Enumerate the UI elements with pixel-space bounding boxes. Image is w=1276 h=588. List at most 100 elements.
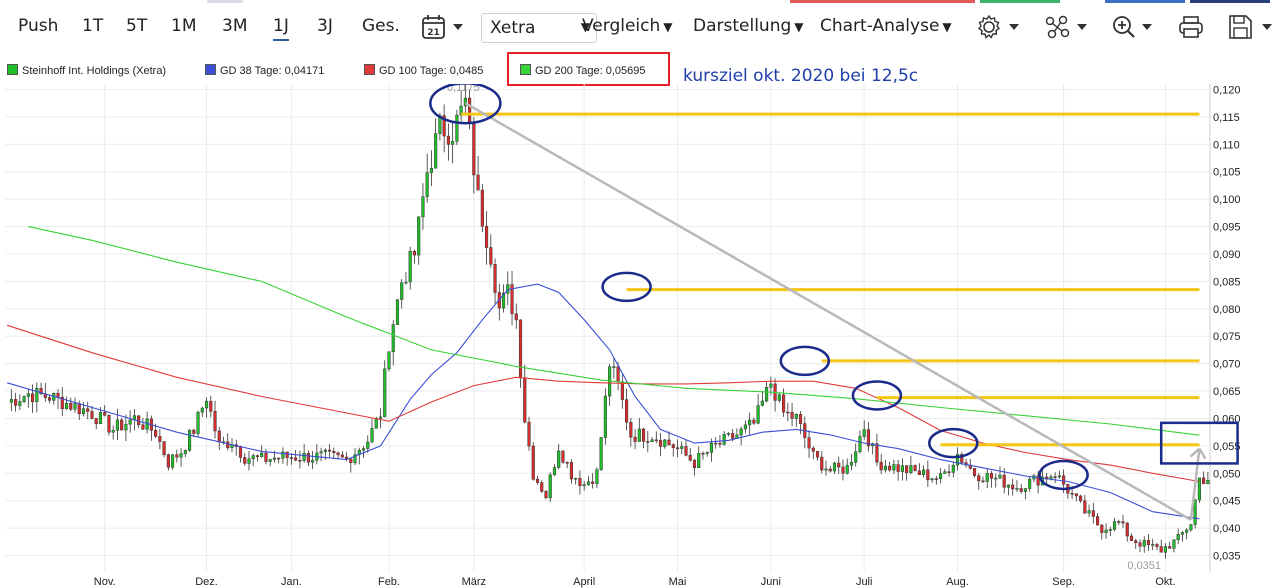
candle-body	[625, 399, 629, 423]
candle-body	[311, 459, 315, 463]
y-tick-label: 0,115	[1213, 112, 1240, 124]
candle-body	[1206, 480, 1210, 485]
candle-body	[518, 319, 523, 378]
candle-body	[340, 454, 344, 458]
candle-body	[238, 446, 243, 458]
candle-body	[1189, 524, 1193, 531]
period-3m-button[interactable]: 3M	[222, 16, 247, 36]
candle-body	[86, 408, 90, 412]
candle-body	[1002, 474, 1006, 488]
period-1t-button[interactable]: 1T	[82, 16, 103, 36]
legend-highlight-box	[507, 52, 670, 86]
period-1m-button[interactable]: 1M	[171, 16, 196, 36]
candle-body	[786, 411, 790, 414]
candle-body	[752, 419, 756, 424]
candle-body	[217, 430, 221, 443]
candle-body	[578, 478, 582, 487]
candle-body	[446, 135, 450, 145]
candle-body	[374, 418, 378, 429]
candle-body	[1104, 529, 1108, 533]
exchange-select[interactable]: Xetra ▼	[481, 13, 597, 43]
print-icon	[1179, 16, 1203, 38]
candle-body	[476, 174, 480, 191]
candle-body	[128, 419, 132, 425]
candle-body	[1087, 510, 1091, 514]
period-1j-button[interactable]: 1J	[273, 16, 289, 41]
legend-swatch	[364, 64, 375, 75]
candle-body	[930, 478, 934, 481]
y-tick-label: 0,095	[1213, 222, 1241, 234]
y-tick-label: 0,080	[1213, 304, 1241, 316]
calendar-button[interactable]: 21	[420, 12, 470, 42]
candle-body	[565, 462, 569, 464]
candle-body	[858, 436, 862, 453]
candle-body	[671, 444, 675, 448]
low-label: 0,0351	[1127, 560, 1161, 572]
candle-body	[1028, 478, 1032, 489]
candle-body	[1193, 499, 1197, 525]
period-ges-button[interactable]: Ges.	[362, 16, 400, 36]
candle-body	[994, 477, 998, 480]
candle-body	[434, 133, 438, 169]
chevron-down-icon: ▼	[942, 20, 952, 34]
candle-body	[81, 408, 86, 415]
candle-body	[328, 449, 332, 452]
candle-body	[188, 429, 192, 451]
x-tick-label: Aug.	[946, 576, 969, 588]
candle-body	[451, 141, 455, 145]
candle-body	[158, 436, 162, 442]
candle-body	[175, 454, 179, 458]
candle-body	[633, 436, 637, 442]
candle-body	[769, 383, 773, 388]
vergleich-menu[interactable]: Vergleich ▼	[582, 16, 673, 36]
candle-body	[115, 419, 120, 431]
candle-body	[226, 441, 230, 449]
candle-body	[171, 454, 175, 468]
candle-body	[391, 324, 395, 352]
print-button[interactable]	[1176, 12, 1208, 42]
darstellung-menu[interactable]: Darstellung ▼	[693, 16, 804, 36]
candle-body	[726, 433, 730, 435]
candle-body	[705, 452, 709, 454]
candle-body	[1151, 544, 1155, 546]
period-3j-button[interactable]: 3J	[317, 16, 333, 36]
toolbar-accent-green	[980, 0, 1060, 3]
candle-body	[756, 405, 760, 424]
candle-body	[900, 465, 904, 472]
period-push-button[interactable]: Push	[18, 16, 58, 36]
indicator-button[interactable]	[1043, 12, 1093, 42]
candle-body	[166, 454, 170, 468]
candle-body	[421, 196, 425, 218]
candle-body	[612, 366, 616, 368]
x-tick-label: Jan.	[281, 576, 302, 588]
candle-body	[196, 411, 200, 434]
legend-swatch	[205, 64, 216, 75]
candle-body	[1079, 495, 1083, 502]
candle-body	[14, 399, 18, 406]
candle-body	[361, 448, 366, 451]
candle-body	[905, 465, 909, 473]
candle-body	[777, 394, 781, 401]
y-tick-label: 0,105	[1213, 167, 1241, 179]
candle-body	[824, 468, 828, 471]
settings-button[interactable]	[975, 12, 1025, 42]
chart-analyse-menu[interactable]: Chart-Analyse ▼	[820, 16, 952, 36]
highlight-ellipse	[779, 345, 831, 377]
candle-body	[760, 400, 764, 406]
candle-body	[323, 449, 327, 452]
candle-body	[883, 465, 887, 471]
candle-body	[395, 299, 400, 325]
candle-body	[1125, 522, 1129, 537]
save-button[interactable]	[1226, 12, 1276, 42]
candle-body	[599, 437, 603, 471]
candle-body	[985, 473, 989, 482]
candle-body	[1062, 475, 1066, 485]
candle-body	[1015, 488, 1019, 490]
candle-body	[709, 442, 714, 453]
y-tick-label: 0,070	[1213, 359, 1241, 371]
zoom-button[interactable]	[1110, 12, 1160, 42]
candle-body	[574, 478, 578, 480]
candle-body	[939, 473, 943, 480]
price-chart[interactable]: 0,120 0,115 0,110 0,105 0,100 0,095 0,090 0,085…	[0, 84, 1276, 588]
period-5t-button[interactable]: 5T	[126, 16, 147, 36]
